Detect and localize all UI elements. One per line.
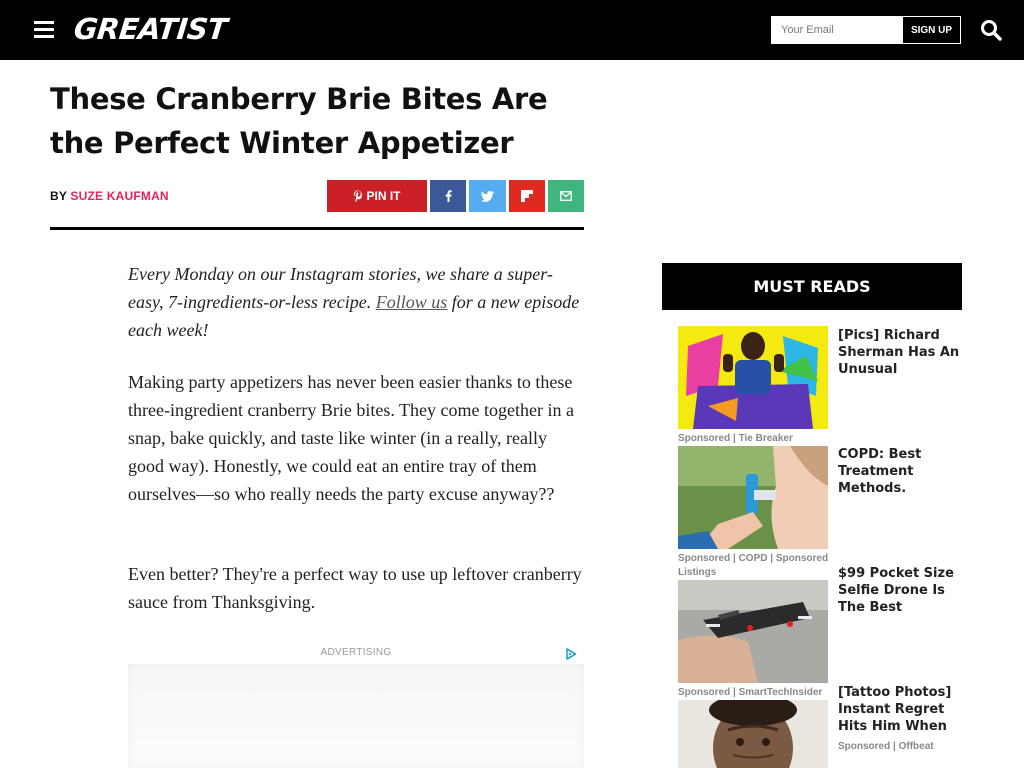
facebook-icon xyxy=(445,190,452,202)
email-share-button[interactable] xyxy=(548,180,584,212)
card-title[interactable]: COPD: Best Treatment Methods. xyxy=(838,446,960,497)
athlete-photo xyxy=(678,326,828,429)
body-paragraph: Even better? They're a perfect way to us… xyxy=(128,564,582,612)
card-thumbnail[interactable] xyxy=(678,700,828,768)
email-icon xyxy=(560,191,572,201)
email-input[interactable] xyxy=(771,16,902,44)
search-icon[interactable] xyxy=(980,19,1002,41)
flipboard-share-button[interactable] xyxy=(509,180,545,212)
advertising-label: ADVERTISING xyxy=(320,647,392,658)
sponsor-label: Sponsored | Tie Breaker xyxy=(678,433,793,444)
sign-up-button[interactable]: SIGN UP xyxy=(902,16,961,44)
intro-paragraph: Every Monday on our Instagram stories, w… xyxy=(128,260,584,344)
inhaler-photo xyxy=(678,446,828,549)
card-title[interactable]: [Tattoo Photos] Instant Regret Hits Him … xyxy=(838,684,960,735)
author-link[interactable]: SUZE KAUFMAN xyxy=(70,189,168,203)
site-logo[interactable]: GREATIST xyxy=(72,12,228,46)
adchoices-icon[interactable] xyxy=(565,648,577,660)
follow-us-link[interactable]: Follow us xyxy=(376,292,448,312)
card-thumbnail[interactable] xyxy=(678,580,828,683)
byline: BY SUZE KAUFMAN xyxy=(50,189,169,203)
byline-prefix: BY xyxy=(50,189,67,203)
card-title[interactable]: $99 Pocket Size Selfie Drone Is The Best xyxy=(838,565,960,616)
card-thumbnail[interactable] xyxy=(678,326,828,429)
must-reads-heading: MUST READS xyxy=(662,263,962,310)
card-thumbnail[interactable] xyxy=(678,446,828,549)
sponsor-label: Sponsored | Offbeat xyxy=(838,741,934,752)
twitter-icon xyxy=(481,190,494,202)
twitter-share-button[interactable] xyxy=(469,180,506,212)
tattoo-face-photo xyxy=(678,700,828,768)
menu-icon[interactable] xyxy=(34,21,54,39)
card-title[interactable]: [Pics] Richard Sherman Has An Unusual xyxy=(838,327,960,378)
facebook-share-button[interactable] xyxy=(430,180,466,212)
header-divider xyxy=(50,227,584,230)
advertisement-slot[interactable] xyxy=(128,664,584,768)
sponsor-label: Sponsored | COPD | Sponsored Listings xyxy=(678,553,829,578)
pin-it-label: PIN IT xyxy=(366,189,401,203)
body-paragraph: Making party appetizers has never been e… xyxy=(128,372,574,504)
site-header: GREATIST SIGN UP xyxy=(0,0,1024,60)
article-title: These Cranberry Brie Bites Are the Perfe… xyxy=(50,82,548,160)
pin-it-button[interactable]: PIN IT xyxy=(327,180,427,212)
sponsor-label: Sponsored | SmartTechInsider xyxy=(678,687,823,698)
drone-photo xyxy=(678,580,828,683)
flipboard-icon xyxy=(521,190,533,202)
pinterest-icon xyxy=(354,190,363,202)
